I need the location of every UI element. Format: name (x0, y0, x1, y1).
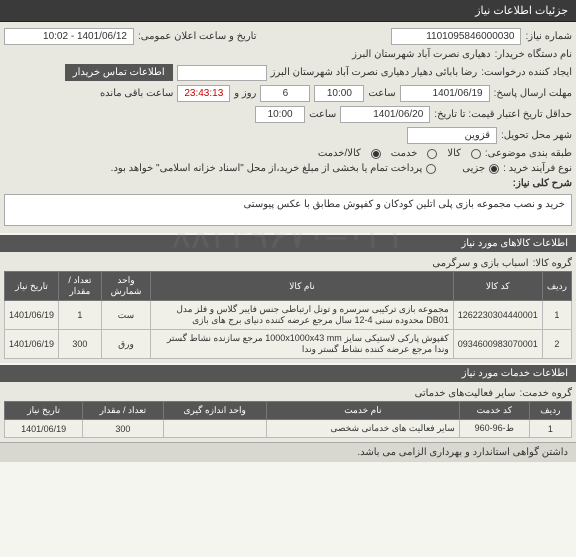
send-time-field[interactable]: 10:00 (314, 85, 364, 102)
table-cell: ست (101, 301, 151, 330)
services-section-title: اطلاعات خدمات مورد نیاز (0, 365, 576, 382)
validity-label: حداقل تاریخ اعتبار قیمت: تا تاریخ: (434, 109, 572, 120)
purchase-type-label: نوع فرآیند خرید : (503, 163, 572, 174)
goods-table: ردیفکد کالانام کالاواحد شمارشتعداد / مقد… (4, 271, 572, 359)
radio-both[interactable] (371, 149, 381, 159)
time-label-1: ساعت (368, 88, 395, 99)
delivery-city-field: قزوین (407, 127, 497, 144)
footer-note: داشتن گواهی استاندارد و بهرداری الزامی م… (0, 442, 576, 462)
table-cell: 1 (529, 420, 571, 438)
table-header: کد کالا (453, 272, 542, 301)
goods-section-title: اطلاعات کالاهای مورد نیاز (0, 235, 576, 252)
table-row: 1ط-96-960سایر فعالیت های خدماتی شخصی 3001… (5, 420, 572, 438)
time-label-2: ساعت (309, 109, 336, 120)
requester-extra-field[interactable] (177, 65, 267, 81)
radio-service-label: خدمت (391, 148, 418, 159)
delivery-city-label: شهر محل تحویل: (501, 130, 572, 141)
services-table: ردیفکد خدمتنام خدمتواحد اندازه گیریتعداد… (4, 401, 572, 438)
table-cell: 1 (59, 301, 102, 330)
purchase-note: پرداخت تمام یا بخشی از مبلغ خرید،از محل … (111, 163, 423, 174)
table-cell (163, 420, 266, 438)
table-cell: 1401/06/19 (5, 420, 83, 438)
radio-goods-label: کالا (447, 148, 461, 159)
services-group-value: سایر فعالیت‌های خدماتی (415, 388, 516, 399)
table-header: واحد اندازه گیری (163, 402, 266, 420)
radio-purchase-note[interactable] (426, 164, 436, 174)
desc-box: خرید و نصب مجموعه بازی پلی اتلین کودکان … (4, 194, 572, 226)
table-cell: کفپوش پارکی لاستیکی سایز 1000x1000x43 mm… (151, 330, 453, 359)
subject-radio-group: کالا خدمت کالا/خدمت (318, 148, 481, 159)
table-header: کد خدمت (459, 402, 529, 420)
table-cell: 1401/06/19 (5, 301, 59, 330)
remain-label: ساعت باقی مانده (100, 88, 173, 99)
send-date-field[interactable]: 1401/06/19 (400, 85, 490, 102)
need-no-field: 1101095846000030 (391, 28, 521, 45)
radio-both-label: کالا/خدمت (318, 148, 361, 159)
table-cell: مجموعه بازی ترکیبی سرسره و تونل ارتباطی … (151, 301, 453, 330)
table-cell: ورق (101, 330, 151, 359)
table-cell: 300 (59, 330, 102, 359)
table-row: 20934600983070001کفپوش پارکی لاستیکی سای… (5, 330, 572, 359)
table-header: ردیف (529, 402, 571, 420)
table-cell: 1 (542, 301, 571, 330)
radio-service[interactable] (427, 149, 437, 159)
requester-value: رضا بابائی دهیار دهیاری نصرت آباد شهرستا… (271, 67, 478, 78)
send-deadline-label: مهلت ارسال پاسخ: (494, 88, 572, 99)
goods-group-value: اسباب بازی و سرگرمی (432, 258, 528, 269)
remain-time-field: 23:43:13 (177, 85, 230, 102)
validity-date-field[interactable]: 1401/06/20 (340, 106, 430, 123)
radio-purchase-small[interactable] (489, 164, 499, 174)
desc-label: شرح کلی نیاز: (513, 178, 572, 189)
table-cell: 1401/06/19 (5, 330, 59, 359)
buyer-label: نام دستگاه خریدار: (495, 49, 572, 60)
requester-label: ایجاد کننده درخواست: (481, 67, 572, 78)
table-header: ردیف (542, 272, 571, 301)
services-group-label: گروه خدمت: (519, 388, 572, 399)
table-header: نام کالا (151, 272, 453, 301)
table-header: نام خدمت (266, 402, 459, 420)
goods-group-label: گروه کالا: (533, 258, 572, 269)
table-cell: سایر فعالیت های خدماتی شخصی (266, 420, 459, 438)
pub-field: 1401/06/12 - 10:02 (4, 28, 134, 45)
buyer-value: دهیاری نصرت آباد شهرستان البرز (352, 49, 491, 60)
validity-time-field[interactable]: 10:00 (255, 106, 305, 123)
contact-button[interactable]: اطلاعات تماس خریدار (65, 64, 173, 81)
table-header: واحد شمارش (101, 272, 151, 301)
table-cell: 0934600983070001 (453, 330, 542, 359)
table-row: 11262230304440001مجموعه بازی ترکیبی سرسر… (5, 301, 572, 330)
radio-goods[interactable] (471, 149, 481, 159)
table-header: تعداد / مقدار (59, 272, 102, 301)
subject-label: طبقه بندی موضوعی: (485, 148, 572, 159)
pub-label: تاریخ و ساعت اعلان عمومی: (138, 31, 257, 42)
days-field: 6 (260, 85, 310, 102)
table-header: تاریخ نیاز (5, 272, 59, 301)
table-header: تاریخ نیاز (5, 402, 83, 420)
need-no-label: شماره نیاز: (525, 31, 572, 42)
purchase-small-label: جزیی (462, 163, 485, 174)
table-cell: 2 (542, 330, 571, 359)
day-label: روز و (234, 88, 256, 99)
page-header: جزئیات اطلاعات نیاز (0, 0, 576, 22)
table-cell: ط-96-960 (459, 420, 529, 438)
table-header: تعداد / مقدار (83, 402, 163, 420)
table-cell: 300 (83, 420, 163, 438)
table-cell: 1262230304440001 (453, 301, 542, 330)
